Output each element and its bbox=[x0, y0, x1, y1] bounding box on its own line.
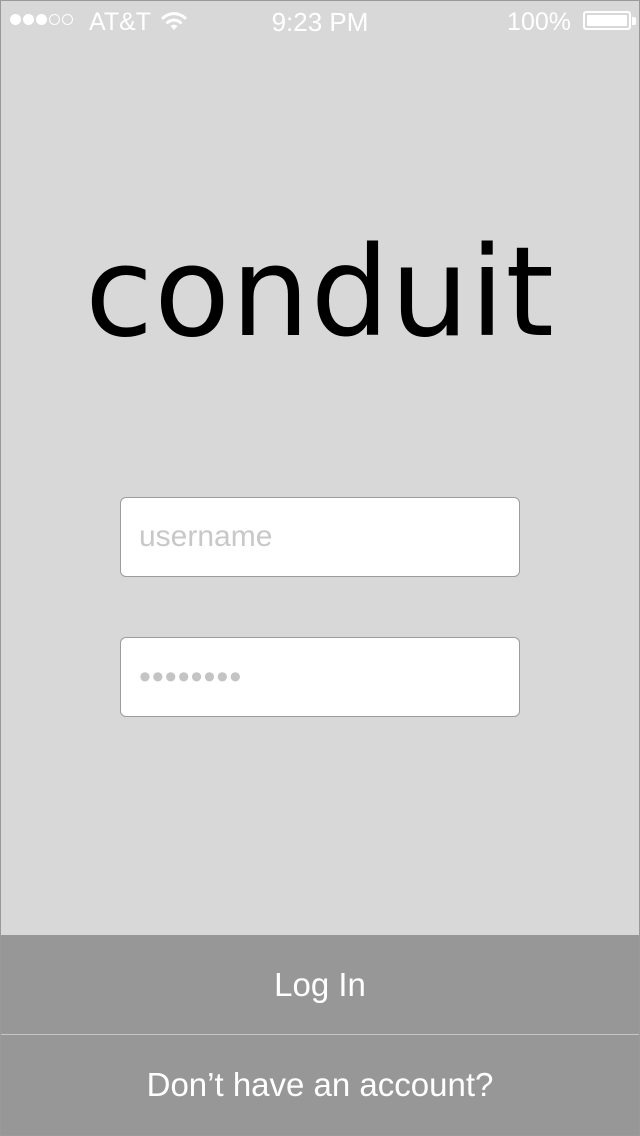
login-button[interactable]: Log In bbox=[1, 935, 639, 1034]
battery-percentage: 100% bbox=[507, 8, 571, 36]
username-field[interactable] bbox=[120, 497, 520, 577]
battery-terminal bbox=[632, 17, 636, 25]
battery-fill bbox=[587, 15, 627, 26]
status-bar: AT&T 9:23 PM 100% bbox=[1, 1, 639, 41]
login-screen: AT&T 9:23 PM 100% conduit Log In Don’t h… bbox=[0, 0, 640, 1136]
password-input[interactable] bbox=[121, 638, 519, 716]
battery-icon bbox=[583, 11, 631, 30]
signup-link-button[interactable]: Don’t have an account? bbox=[1, 1035, 639, 1135]
app-logo: conduit bbox=[84, 221, 555, 365]
password-field[interactable] bbox=[120, 637, 520, 717]
username-input[interactable] bbox=[121, 498, 519, 576]
